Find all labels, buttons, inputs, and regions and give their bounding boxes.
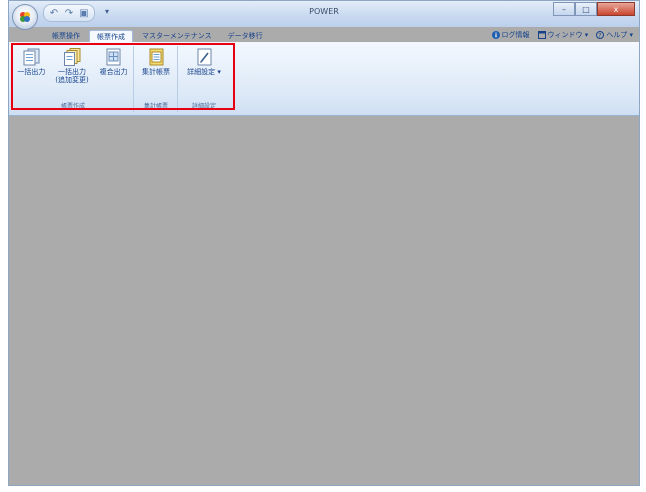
ribbon-tabs: 帳票操作 帳票作成 マスターメンテナンス データ移行 (45, 30, 270, 43)
title-bar: ↶ ↷ ▣ ▾ POWER – □ x (9, 1, 639, 30)
window-controls: – □ x (553, 2, 635, 16)
tab-master-maintenance[interactable]: マスターメンテナンス (135, 30, 219, 42)
ribbon-group-title-form-creation: 帳票作成 (60, 103, 85, 110)
log-info-menu[interactable]: ログ情報 (491, 30, 530, 40)
ribbon-group-title-summary: 集計帳票 (143, 103, 168, 110)
window-title: POWER (309, 7, 339, 16)
summary-form-label: 集計帳票 (142, 68, 170, 76)
ribbon-panel: 一括出力 一括出力 (追加変更) 複合出力 帳票作成 集計帳票 集計帳票 詳細設… (9, 42, 639, 116)
batch-output-add-change-button[interactable]: 一括出力 (追加変更) (50, 46, 95, 84)
help-menu-label: ヘルプ ▾ (606, 31, 633, 39)
ribbon-group-title-detail-settings: 詳細設定 (191, 103, 216, 110)
detail-settings-label: 詳細設定 ▾ (187, 68, 221, 76)
window-menu[interactable]: ウィンドウ ▾ (537, 30, 589, 40)
svg-text:?: ? (599, 32, 602, 39)
window-menu-label: ウィンドウ ▾ (547, 31, 589, 39)
folder-stack-icon (63, 48, 81, 66)
main-workspace (9, 116, 639, 485)
maximize-button[interactable]: □ (575, 2, 597, 16)
composite-output-label: 複合出力 (99, 68, 128, 76)
application-menu-button[interactable] (12, 4, 38, 30)
ribbon-group-detail-settings: 詳細設定 ▾ 詳細設定 (179, 46, 229, 112)
batch-output-button[interactable]: 一括出力 (13, 46, 50, 76)
batch-output-label: 一括出力 (17, 68, 46, 76)
help-menu[interactable]: ? ヘルプ ▾ (596, 30, 633, 40)
tab-data-migration[interactable]: データ移行 (221, 30, 270, 42)
help-menu-bar: ログ情報 ウィンドウ ▾ ? ヘルプ ▾ (491, 30, 633, 40)
grid-document-icon (106, 48, 121, 66)
app-window: ↶ ↷ ▣ ▾ POWER – □ x 帳票操作 帳票作成 マスターメンテナンス… (8, 0, 640, 486)
help-icon: ? (596, 31, 605, 39)
composite-output-button[interactable]: 複合出力 (94, 46, 133, 76)
app-logo-icon (20, 12, 30, 22)
tab-form-operation[interactable]: 帳票操作 (45, 30, 87, 42)
info-icon (491, 31, 500, 39)
log-info-label: ログ情報 (501, 31, 530, 39)
close-button[interactable]: x (597, 2, 635, 16)
window-icon (537, 31, 546, 39)
summary-form-button[interactable]: 集計帳票 (135, 46, 177, 76)
summary-document-icon (149, 48, 163, 66)
minimize-button[interactable]: – (553, 2, 575, 16)
ribbon-group-summary: 集計帳票 集計帳票 (135, 46, 178, 112)
stack-document-icon (23, 48, 40, 66)
batch-output-add-change-label: 一括出力 (追加変更) (55, 68, 89, 84)
detail-settings-button[interactable]: 詳細設定 ▾ (179, 46, 229, 76)
pen-settings-icon (197, 48, 211, 66)
ribbon-group-form-creation: 一括出力 一括出力 (追加変更) 複合出力 帳票作成 (13, 46, 134, 112)
